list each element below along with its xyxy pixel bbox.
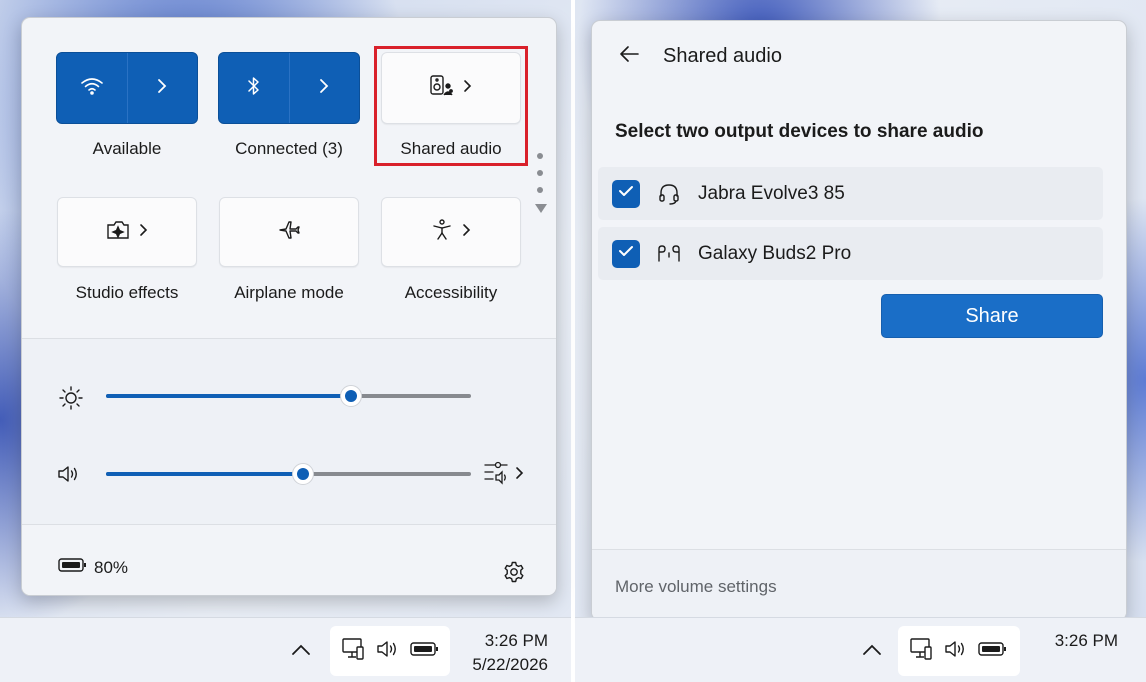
clock-time: 3:26 PM — [484, 631, 548, 650]
brightness-slider-fill — [106, 394, 351, 398]
show-hidden-icons-chevron-up-icon[interactable] — [290, 643, 312, 662]
page-dot[interactable] — [537, 187, 543, 193]
accessibility-tile[interactable] — [381, 197, 521, 267]
bluetooth-expand-button[interactable] — [288, 53, 360, 123]
battery-icon — [58, 557, 88, 578]
sun-icon — [58, 385, 84, 416]
volume-slider-thumb[interactable] — [292, 463, 315, 485]
device-checkbox[interactable] — [612, 239, 640, 268]
chevron-right-icon — [318, 78, 330, 99]
gear-icon[interactable] — [502, 560, 526, 589]
studio-effects-tile-label: Studio effects — [75, 283, 179, 302]
quick-settings-panel: Available Connected (3) Shared audio Stu… — [21, 17, 557, 596]
page-dot[interactable] — [537, 153, 543, 159]
page-dot[interactable] — [537, 170, 543, 176]
battery-icon — [978, 641, 1008, 662]
device-row[interactable]: Galaxy Buds2 Pro — [598, 227, 1103, 280]
sound-output-button[interactable] — [483, 460, 525, 491]
sliders-section — [22, 338, 556, 524]
chevron-right-icon — [156, 78, 168, 99]
battery-percent: 80% — [94, 557, 129, 577]
brightness-slider[interactable] — [106, 385, 471, 407]
airplane-mode-tile-label: Airplane mode — [234, 283, 344, 302]
back-button[interactable] — [616, 43, 642, 69]
chevron-right-icon — [139, 223, 149, 242]
bluetooth-tile[interactable] — [218, 52, 360, 124]
instruction-text: Select two output devices to share audio — [615, 121, 984, 142]
share-button[interactable]: Share — [881, 294, 1103, 338]
page-indicator[interactable] — [535, 153, 547, 213]
checkmark-icon — [618, 184, 634, 203]
studio-effects-icon — [105, 219, 131, 246]
accessibility-icon — [430, 218, 454, 247]
screenshot-divider — [571, 0, 575, 682]
show-hidden-icons-chevron-up-icon[interactable] — [861, 643, 883, 662]
wifi-icon — [80, 76, 104, 101]
airplane-icon — [277, 218, 301, 247]
device-name: Jabra Evolve3 85 — [698, 182, 845, 204]
wifi-tile-label: Available — [92, 139, 162, 158]
taskbar-clock[interactable]: 3:26 PM — [1055, 629, 1118, 653]
speaker-icon — [376, 638, 400, 665]
quick-settings-footer: 80% — [22, 524, 556, 595]
accessibility-tile-label: Accessibility — [404, 283, 498, 302]
panel-title: Shared audio — [663, 45, 782, 67]
divider — [22, 338, 556, 339]
shared-audio-panel: Shared audio Select two output devices t… — [591, 20, 1127, 621]
speaker-icon — [57, 463, 81, 490]
taskbar-left: 3:26 PM 5/22/2026 — [0, 617, 571, 682]
battery-status[interactable]: 80% — [58, 557, 128, 578]
divider — [22, 524, 556, 525]
chevron-right-icon — [462, 223, 472, 242]
battery-icon — [410, 641, 440, 662]
headset-icon — [656, 182, 682, 206]
bluetooth-icon — [247, 76, 261, 101]
device-name: Galaxy Buds2 Pro — [698, 242, 852, 264]
volume-slider-fill — [106, 472, 304, 476]
page-down-arrow-icon[interactable] — [535, 204, 547, 213]
taskbar-clock[interactable]: 3:26 PM 5/22/2026 — [472, 629, 548, 677]
wifi-tile[interactable] — [56, 52, 198, 124]
wifi-toggle[interactable] — [57, 53, 127, 123]
system-tray-quick-settings-button[interactable] — [330, 626, 450, 676]
more-volume-settings-link[interactable]: More volume settings — [615, 577, 777, 597]
airplane-mode-tile[interactable] — [219, 197, 359, 267]
clock-time: 3:26 PM — [1054, 631, 1118, 650]
bluetooth-tile-label: Connected (3) — [235, 139, 343, 158]
brightness-slider-thumb[interactable] — [339, 385, 362, 407]
chevron-right-icon — [515, 466, 525, 485]
sound-output-icon — [483, 460, 511, 491]
wifi-expand-button[interactable] — [126, 53, 198, 123]
checkmark-icon — [618, 244, 634, 263]
panel-footer: More volume settings — [592, 549, 1126, 620]
device-row[interactable]: Jabra Evolve3 85 — [598, 167, 1103, 220]
bluetooth-toggle[interactable] — [219, 53, 289, 123]
taskbar-right: 3:26 PM — [575, 617, 1146, 682]
back-arrow-icon — [618, 45, 640, 68]
studio-effects-tile[interactable] — [57, 197, 197, 267]
earbuds-icon — [656, 243, 682, 265]
device-checkbox[interactable] — [612, 179, 640, 208]
volume-slider[interactable] — [106, 463, 471, 485]
system-tray-quick-settings-button[interactable] — [898, 626, 1020, 676]
speaker-icon — [944, 638, 968, 665]
clock-date: 5/22/2026 — [472, 655, 548, 674]
network-icon — [908, 636, 934, 667]
shared-audio-highlight — [374, 46, 528, 166]
network-icon — [340, 636, 366, 667]
